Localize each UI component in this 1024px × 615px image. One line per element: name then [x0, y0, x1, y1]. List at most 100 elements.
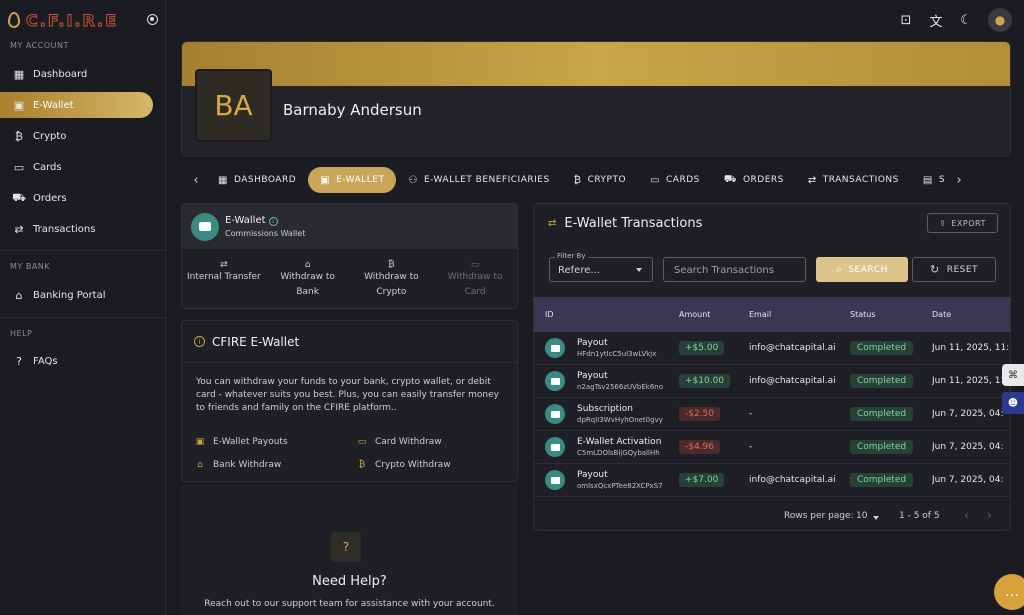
chat-support-icon[interactable]: … — [994, 574, 1024, 610]
dashboard-icon: ▦ — [218, 174, 228, 186]
internal-transfer-button[interactable]: ⇄ Internal Transfer — [182, 249, 266, 309]
tab-e-wallet[interactable]: ▣ E-WALLET — [308, 167, 397, 193]
transaction-ref: omlsxQcxPTee82XCPxS7 — [577, 482, 663, 490]
transaction-email: - — [749, 442, 753, 452]
cart-icon: ⛟ — [12, 190, 26, 204]
tabs-scroll-left-icon[interactable]: ‹ — [186, 173, 206, 188]
transaction-ref: dpRqII3WvHyhOnet0gvy — [577, 416, 663, 424]
cfire-ewallet-info-card: i CFIRE E-Wallet You can withdraw your f… — [181, 320, 518, 482]
cfire-logo[interactable]: C.F.I.R.E — [8, 10, 118, 30]
sidebar-item-label: Transactions — [33, 223, 96, 235]
transaction-type: Payout — [577, 338, 608, 348]
withdraw-to-bank-button[interactable]: ⌂ Withdraw to Bank — [266, 249, 350, 309]
tab-orders[interactable]: ⛟ ORDERS — [712, 167, 796, 193]
help-title: Need Help? — [312, 574, 387, 589]
transaction-type: Subscription — [577, 404, 633, 414]
table-row[interactable]: Payout omlsxQcxPTee82XCPxS7 +$7.00 info@c… — [534, 464, 1010, 497]
transaction-type: Payout — [577, 470, 608, 480]
faq-icon: ? — [16, 354, 22, 368]
filter-by-select[interactable]: Filter By Refere... — [549, 252, 653, 282]
sidebar-item-transactions[interactable]: ⇄ Transactions — [0, 216, 153, 242]
transaction-date: Jun 7, 2025, 04: — [932, 409, 1004, 419]
action-label: Withdraw to Crypto — [364, 272, 419, 297]
tabs-scroll-right-icon[interactable]: › — [949, 173, 969, 188]
crypto-withdraw-link[interactable]: ₿ Crypto Withdraw — [356, 459, 516, 471]
tab-e-wallet-beneficiaries[interactable]: ⚇ E-WALLET BENEFICIARIES — [396, 167, 561, 193]
dark-mode-icon[interactable]: ☾ — [958, 13, 974, 28]
previous-page-button[interactable]: ‹ — [964, 508, 969, 522]
wallet-icon — [545, 404, 565, 424]
table-row[interactable]: Subscription dpRqII3WvHyhOnet0gvy -$2.50 … — [534, 398, 1010, 431]
profile-tabs: ‹ ▦ DASHBOARD ▣ E-WALLET ⚇ E-WALLET BENEFIC… — [186, 166, 1011, 194]
column-header-id[interactable]: ID — [534, 310, 679, 319]
sidebar-item-faqs[interactable]: ? FAQs — [0, 348, 153, 374]
rows-per-page-label: Rows per page: — [784, 511, 854, 521]
sidebar-toggle-button[interactable] — [147, 14, 158, 25]
tab-transactions[interactable]: ⇄ TRANSACTIONS — [796, 167, 911, 193]
sidebar: C.F.I.R.E MY ACCOUNT ▦ Dashboard ▣ E-Wal… — [0, 0, 166, 615]
sidebar-item-cards[interactable]: ▭ Cards — [0, 154, 153, 180]
column-header-date[interactable]: Date — [932, 310, 1010, 319]
info-card-header: i CFIRE E-Wallet — [182, 321, 517, 363]
withdraw-to-card-button[interactable]: ▭ Withdraw to Card — [433, 249, 517, 309]
info-card-links: ▣ E-Wallet Payouts ▭ Card Withdraw ⌂ Bank W… — [194, 437, 514, 470]
bitcoin-icon: ₿ — [358, 460, 366, 470]
wallet-icon: ▣ — [13, 98, 25, 112]
next-page-button[interactable]: › — [987, 508, 992, 522]
wallet-icon — [191, 212, 219, 241]
link-label: Card Withdraw — [375, 437, 442, 447]
action-label: Withdraw to Bank — [280, 272, 335, 297]
sidebar-item-label: Orders — [33, 192, 67, 204]
tab-settings[interactable]: ▤ S — [911, 167, 949, 193]
column-header-email[interactable]: Email — [749, 310, 850, 319]
sidebar-item-dashboard[interactable]: ▦ Dashboard — [0, 61, 153, 87]
page-range: 1 - 5 of 5 — [899, 511, 940, 521]
info-icon: i — [194, 336, 205, 347]
sidebar-item-e-wallet[interactable]: ▣ E-Wallet — [0, 92, 153, 118]
withdraw-to-crypto-button[interactable]: ₿ Withdraw to Crypto — [350, 249, 434, 309]
translate-icon[interactable]: 文 — [928, 11, 944, 30]
transaction-email: - — [749, 409, 753, 419]
wallet-icon — [545, 371, 565, 391]
avatar: BA — [195, 69, 272, 142]
people-icon: ⚇ — [408, 174, 418, 186]
tab-label: CARDS — [666, 175, 700, 185]
bot-widget-icon[interactable]: ☻ — [1002, 392, 1024, 414]
wallet-icon — [545, 437, 565, 457]
ewallet-title: E-Wallet i — [225, 215, 305, 226]
transactions-header: ⇄ E-Wallet Transactions — [548, 216, 702, 231]
ewallet-payouts-link[interactable]: ▣ E-Wallet Payouts — [194, 437, 356, 447]
ewallet-title-text: E-Wallet — [225, 215, 266, 226]
transaction-email: info@chatcapital.ai — [749, 475, 836, 485]
bank-withdraw-link[interactable]: ⌂ Bank Withdraw — [194, 459, 356, 470]
search-label: SEARCH — [848, 264, 888, 275]
sidebar-item-crypto[interactable]: ₿ Crypto — [0, 123, 153, 149]
search-button[interactable]: ⌕ SEARCH — [816, 257, 908, 282]
action-label: Internal Transfer — [187, 272, 261, 282]
presentation-icon[interactable]: ⊡ — [898, 13, 914, 28]
export-button[interactable]: ⇪ EXPORT — [927, 213, 998, 233]
rows-per-page-select[interactable]: 10 — [856, 511, 867, 521]
status-badge: Completed — [850, 440, 914, 454]
user-icon[interactable]: ● — [988, 8, 1012, 32]
sidebar-item-banking-portal[interactable]: ⌂ Banking Portal — [0, 282, 153, 308]
amount-badge: -$2.50 — [679, 407, 721, 421]
help-subtitle: Reach out to our support team for assist… — [204, 599, 495, 609]
transaction-date: Jun 7, 2025, 04: — [932, 475, 1004, 485]
info-card-title: CFIRE E-Wallet — [212, 334, 300, 349]
sidebar-item-orders[interactable]: ⛟ Orders — [0, 185, 153, 211]
info-icon[interactable]: i — [268, 217, 278, 226]
table-row[interactable]: Payout HFdn1ytIcC5ul3wLVkjx +$5.00 info@c… — [534, 332, 1010, 365]
tab-dashboard[interactable]: ▦ DASHBOARD — [206, 167, 308, 193]
apps-widget-icon[interactable]: ⌘ — [1002, 364, 1024, 386]
table-row[interactable]: Payout n2agTsv2566zUVbEk6no +$10.00 info@… — [534, 365, 1010, 398]
search-transactions-input[interactable]: Search Transactions — [663, 257, 806, 282]
table-row[interactable]: E-Wallet Activation C5mLDOlsBljGQyballHh … — [534, 431, 1010, 464]
card-withdraw-link[interactable]: ▭ Card Withdraw — [356, 437, 516, 447]
column-header-status[interactable]: Status — [850, 310, 932, 319]
sidebar-item-label: Dashboard — [33, 68, 88, 80]
tab-crypto[interactable]: ₿ CRYPTO — [562, 167, 638, 193]
reset-button[interactable]: ↻ RESET — [912, 257, 996, 282]
column-header-amount[interactable]: Amount — [679, 310, 749, 319]
tab-cards[interactable]: ▭ CARDS — [638, 167, 712, 193]
